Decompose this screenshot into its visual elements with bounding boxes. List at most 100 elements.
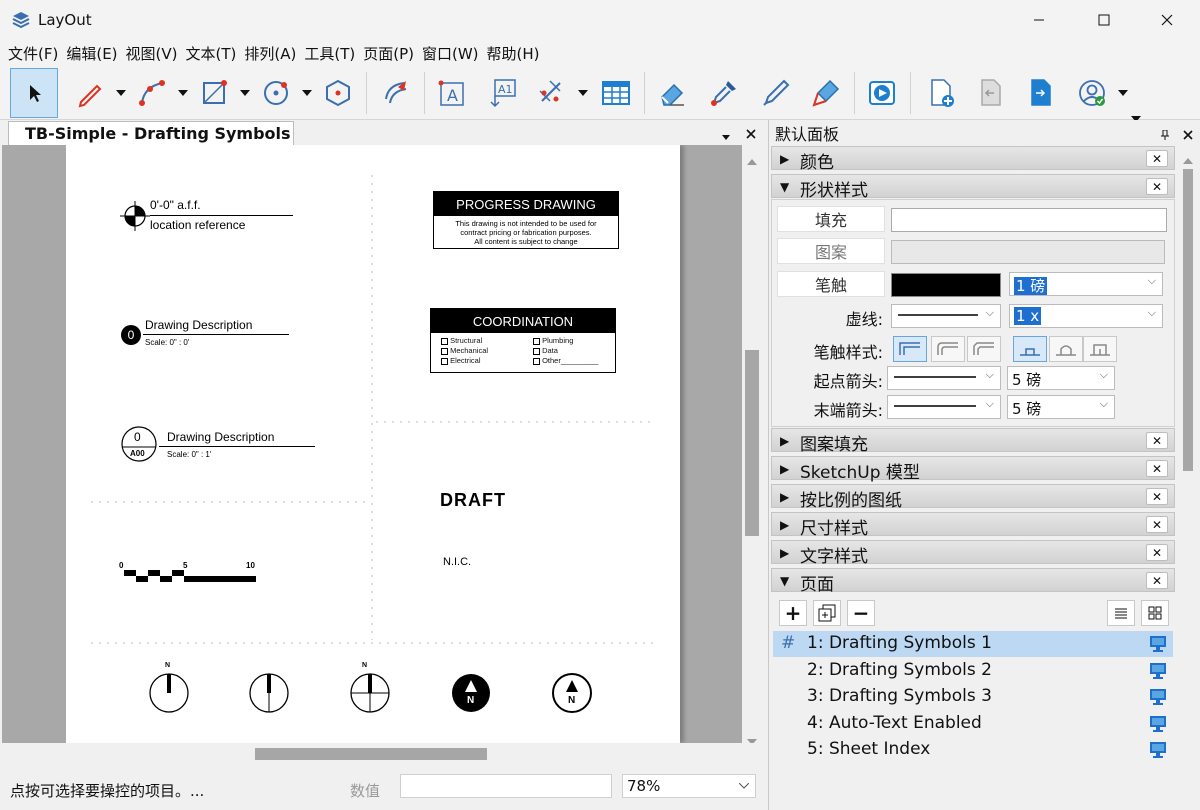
page-item-4[interactable]: 4: Auto-Text Enabled: [773, 711, 1173, 737]
page-item-1[interactable]: # 1: Drafting Symbols 1: [773, 631, 1173, 657]
end-arrow-select[interactable]: ⌵: [887, 395, 1001, 419]
start-arrow-size-select[interactable]: 5 磅 ⌵: [1007, 366, 1115, 390]
minimize-button[interactable]: [1016, 0, 1062, 40]
pattern-swatch[interactable]: [891, 240, 1165, 264]
account-dropdown[interactable]: [1116, 86, 1130, 100]
arc-tool-button[interactable]: [128, 68, 176, 118]
close-section-button[interactable]: ✕: [1146, 178, 1168, 195]
eraser-tool-button[interactable]: [648, 68, 696, 118]
menu-text[interactable]: 文本(T): [178, 40, 237, 66]
menu-edit[interactable]: 编辑(E): [58, 40, 117, 66]
close-tab-button[interactable]: [746, 125, 756, 143]
text-tool-button[interactable]: A: [428, 68, 476, 118]
fill-color-swatch[interactable]: [891, 208, 1167, 232]
dash-scale-select[interactable]: 1 x ⌵: [1009, 304, 1163, 328]
close-section-button[interactable]: ✕: [1146, 572, 1168, 589]
circle-dropdown[interactable]: [300, 86, 314, 100]
presentation-button[interactable]: [858, 68, 906, 118]
rectangle-dropdown[interactable]: [238, 86, 252, 100]
split-tool-button[interactable]: [802, 68, 850, 118]
join-bevel-button[interactable]: [967, 336, 1001, 362]
close-section-button[interactable]: ✕: [1146, 460, 1168, 477]
join-round-button[interactable]: [931, 336, 965, 362]
section-text-style-header[interactable]: ▶ 文字样式 ✕: [771, 540, 1175, 567]
menu-view[interactable]: 视图(V): [118, 40, 178, 66]
pencil-tool-button[interactable]: [66, 68, 114, 118]
fill-toggle[interactable]: 填充: [777, 206, 885, 232]
polygon-tool-button[interactable]: [314, 68, 362, 118]
scroll-up-arrow[interactable]: [747, 151, 757, 169]
rectangle-tool-button[interactable]: [190, 68, 238, 118]
horizontal-scrollbar[interactable]: [2, 743, 762, 765]
cap-flat-button[interactable]: [1013, 336, 1047, 362]
section-sketchup-header[interactable]: ▶ SketchUp 模型 ✕: [771, 456, 1175, 483]
close-section-button[interactable]: ✕: [1146, 516, 1168, 533]
account-button[interactable]: [1068, 68, 1116, 118]
add-page-button[interactable]: [916, 68, 964, 118]
duplicate-page-button[interactable]: [813, 600, 841, 626]
stroke-toggle[interactable]: 笔触: [777, 271, 885, 297]
cap-square-button[interactable]: [1083, 336, 1117, 362]
menu-pages[interactable]: 页面(P): [355, 40, 414, 66]
presentation-monitor-icon[interactable]: [1149, 688, 1167, 706]
circle-tool-button[interactable]: [252, 68, 300, 118]
paper-page[interactable]: 0'-0" a.f.f. location reference 0 Drawin…: [66, 145, 680, 743]
delete-page-button[interactable]: −: [847, 600, 875, 626]
pattern-toggle[interactable]: 图案: [777, 238, 885, 264]
list-view-button[interactable]: [1107, 600, 1135, 626]
section-dimension-style-header[interactable]: ▶ 尺寸样式 ✕: [771, 512, 1175, 539]
section-scaled-drawing-header[interactable]: ▶ 按比例的图纸 ✕: [771, 484, 1175, 511]
value-input[interactable]: [400, 774, 612, 798]
sampler-tool-button[interactable]: [700, 68, 748, 118]
next-page-button[interactable]: [1016, 68, 1064, 118]
dimension-tool-button[interactable]: [528, 68, 576, 118]
close-section-button[interactable]: ✕: [1146, 150, 1168, 167]
stroke-color-swatch[interactable]: [891, 273, 1001, 297]
style-tool-button[interactable]: [752, 68, 800, 118]
grid-view-button[interactable]: [1141, 600, 1169, 626]
close-section-button[interactable]: ✕: [1146, 432, 1168, 449]
section-shape-style-header[interactable]: ▼ 形状样式 ✕: [771, 174, 1175, 201]
previous-page-button[interactable]: [966, 68, 1014, 118]
section-pattern-fill-header[interactable]: ▶ 图案填充 ✕: [771, 428, 1175, 455]
close-section-button[interactable]: ✕: [1146, 488, 1168, 505]
dash-style-select[interactable]: ⌵: [891, 304, 1001, 328]
pencil-dropdown[interactable]: [114, 86, 128, 100]
pin-panel-button[interactable]: [1161, 126, 1169, 144]
arc-dropdown[interactable]: [176, 86, 190, 100]
stroke-weight-select[interactable]: 1 磅 ⌵: [1009, 272, 1163, 296]
page-item-3[interactable]: 3: Drafting Symbols 3: [773, 684, 1173, 710]
panel-scrollbar[interactable]: [1177, 144, 1199, 810]
presentation-monitor-icon[interactable]: [1149, 715, 1167, 733]
zoom-select[interactable]: 78%: [622, 774, 756, 798]
select-tool-button[interactable]: [10, 68, 58, 118]
join-miter-button[interactable]: [893, 336, 927, 362]
offset-tool-button[interactable]: [372, 68, 420, 118]
menu-arrange[interactable]: 排列(A): [236, 40, 296, 66]
vertical-scrollbar[interactable]: [742, 145, 762, 745]
close-panel-button[interactable]: [1183, 126, 1193, 144]
scroll-up-arrow[interactable]: [1183, 150, 1193, 168]
menu-help[interactable]: 帮助(H): [479, 40, 540, 66]
presentation-monitor-icon[interactable]: [1149, 741, 1167, 759]
menu-file[interactable]: 文件(F): [0, 40, 58, 66]
panel-scroll-thumb[interactable]: [1183, 169, 1193, 471]
close-section-button[interactable]: ✕: [1146, 544, 1168, 561]
dimension-dropdown[interactable]: [576, 86, 590, 100]
document-tab[interactable]: TB-Simple - Drafting Symbols 1: [8, 121, 294, 162]
end-arrow-size-select[interactable]: 5 磅 ⌵: [1007, 395, 1115, 419]
presentation-monitor-icon[interactable]: [1149, 635, 1167, 653]
page-item-5[interactable]: 5: Sheet Index: [773, 737, 1173, 763]
vertical-scroll-thumb[interactable]: [745, 350, 759, 536]
start-arrow-select[interactable]: ⌵: [887, 366, 1001, 390]
tab-list-dropdown[interactable]: [722, 127, 730, 145]
menu-window[interactable]: 窗口(W): [414, 40, 479, 66]
table-tool-button[interactable]: [592, 68, 640, 118]
section-color-header[interactable]: ▶ 颜色 ✕: [771, 146, 1175, 173]
drawing-canvas[interactable]: 0'-0" a.f.f. location reference 0 Drawin…: [2, 145, 742, 743]
section-pages-header[interactable]: ▼ 页面 ✕: [771, 568, 1175, 595]
maximize-button[interactable]: [1081, 0, 1127, 40]
horizontal-scroll-thumb[interactable]: [255, 748, 487, 760]
menu-tools[interactable]: 工具(T): [296, 40, 355, 66]
page-item-2[interactable]: 2: Drafting Symbols 2: [773, 658, 1173, 684]
